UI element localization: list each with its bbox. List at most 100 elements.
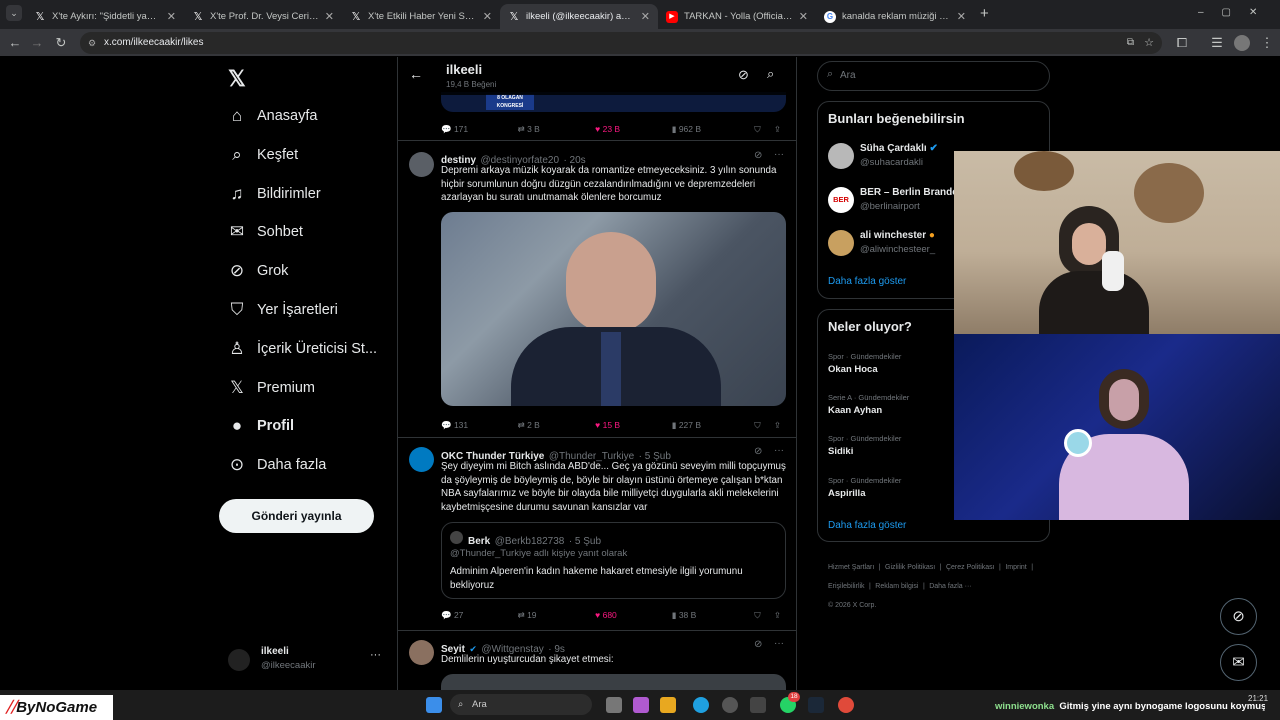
windows-start-icon[interactable] [426,697,442,713]
back-arrow-icon[interactable]: ← [409,66,423,82]
reading-list-icon[interactable]: ☰ [1208,34,1226,52]
tweet-media[interactable]: 8 OLAĞAN KONGRESİ [441,92,786,112]
tweet-media-image[interactable] [441,212,786,406]
messages-floating-button[interactable]: ✉ [1220,644,1257,681]
nav-bookmarks[interactable]: ⛉ Yer İşaretleri [226,295,338,325]
store-icon[interactable] [750,697,766,713]
nav-explore[interactable]: ⌕ Keşfet [226,140,298,170]
show-more-link[interactable]: Daha fazla göster [828,276,906,287]
share-icon[interactable]: ⇪ [774,121,781,137]
tweet-media-image[interactable] [441,674,786,690]
suggestion-name[interactable]: BER – Berlin Brande [860,187,958,198]
account-switcher[interactable]: ilkeeli @ilkeecaakir ··· [222,643,392,683]
file-explorer-icon[interactable] [660,697,676,713]
bookmark-icon[interactable]: ⛉ [754,607,774,623]
show-more-link[interactable]: Daha fazla göster [828,520,906,531]
copilot-icon[interactable] [633,697,649,713]
repost-button[interactable]: ⇄ 3 B [518,121,596,137]
taskbar-search[interactable]: ⌕ Ara [450,694,592,715]
footer-link[interactable]: Daha fazla ··· [929,583,971,590]
nav-notifications[interactable]: ♫ Bildirimler [226,179,321,209]
nav-creator-studio[interactable]: ♙ İçerik Üreticisi St... [226,334,377,364]
back-arrow-icon[interactable]: ← [6,34,24,52]
nav-premium[interactable]: 𝕏 Premium [226,373,315,403]
site-info-icon[interactable]: ⚙ [88,32,96,54]
grok-icon[interactable]: ⊘ [754,639,762,650]
post-button[interactable]: Gönderi yayınla [219,499,374,533]
repost-button[interactable]: ⇄ 19 [518,607,596,623]
bookmark-icon[interactable]: ⛉ [754,417,774,433]
search-input[interactable]: ⌕ Ara [817,61,1050,91]
avatar[interactable] [409,640,434,665]
reply-button[interactable]: 💬 171 [441,121,518,137]
avatar[interactable] [409,152,434,177]
footer-link[interactable]: Erişilebilirlik [828,583,865,590]
grok-icon[interactable]: ⊘ [754,150,762,161]
like-button[interactable]: ♥ 23 B [595,121,672,137]
repost-button[interactable]: ⇄ 2 B [518,417,596,433]
menu-kebab-icon[interactable]: ⋮ [1258,34,1276,52]
close-icon[interactable]: ✕ [641,10,650,23]
extensions-icon[interactable]: ⧠ [1173,34,1191,52]
more-icon[interactable]: ··· [370,649,381,661]
search-icon[interactable]: ⌕ [767,66,774,82]
footer-link[interactable]: Gizlilik Politikası [885,564,935,571]
cast-icon[interactable]: ⧉ [1127,32,1134,54]
trend-item[interactable]: Spor · Gündemdekiler Okan Hoca [828,352,901,375]
close-icon[interactable]: ✕ [167,10,176,23]
tab-2[interactable]: 𝕏 X'te Prof. Dr. Veysi Ceri: "Yüzler ✕ [184,4,342,29]
avatar[interactable] [409,447,434,472]
trend-item[interactable]: Spor · Gündemdekiler Aspirilla [828,476,901,499]
url-field[interactable]: ⚙ x.com/ilkeecaakir/likes ⧉ ☆ [80,32,1162,54]
views-button[interactable]: ▮ 962 B [672,121,754,137]
share-icon[interactable]: ⇪ [774,607,781,623]
suggestion-name[interactable]: Süha Çardaklı ✔ [860,143,938,154]
trend-item[interactable]: Spor · Gündemdekiler Sidiki [828,434,901,457]
nav-home[interactable]: ⌂ Anasayfa [226,101,318,131]
tab-4-active[interactable]: 𝕏ilkeeli (@ilkeecaakir) adlı kullanı ✕ [500,4,658,29]
avatar[interactable] [828,143,854,169]
like-button[interactable]: ♥ 15 B [595,417,672,433]
nav-chat[interactable]: ✉ Sohbet [226,217,303,247]
close-icon[interactable]: ✕ [957,10,966,23]
suggestion-name[interactable]: ali winchester ● [860,230,935,241]
trend-item[interactable]: Serie A · Gündemdekiler Kaan Ayhan [828,393,909,416]
tab-3[interactable]: 𝕏 X'te Etkili Haber Yeni Sayfa: "Lo ✕ [342,4,500,29]
views-button[interactable]: ▮ 38 B [672,607,754,623]
app-icon[interactable] [722,697,738,713]
more-icon[interactable]: ··· [774,149,784,160]
footer-link[interactable]: Reklam bilgisi [875,583,918,590]
task-view-icon[interactable] [606,697,622,713]
bookmark-star-icon[interactable]: ☆ [1144,32,1154,54]
edge-icon[interactable] [693,697,709,713]
chrome-icon[interactable] [838,697,854,713]
reply-button[interactable]: 💬 131 [441,417,518,433]
window-controls[interactable]: –▢✕ [1198,7,1275,18]
footer-link[interactable]: Çerez Politikası [946,564,995,571]
tab-1[interactable]: 𝕏 X'te Aykırı: "Şiddetli yağışların e ✕ [26,4,184,29]
share-icon[interactable]: ⇪ [774,417,781,433]
nav-profile[interactable]: ● Profil [226,411,294,441]
tab-6[interactable]: Gkanalda reklam müziği - Google ✕ [816,4,974,29]
close-icon[interactable]: ✕ [799,10,808,23]
x-logo-icon[interactable]: 𝕏 [228,66,246,92]
tweet-card[interactable]: Seyit ✔ @Wittgenstay · 9s ⊘ ··· Demliler… [398,632,796,690]
nav-more[interactable]: ⊙ Daha fazla [226,450,326,480]
ber-logo-icon[interactable]: BER [828,187,854,213]
forward-arrow-icon[interactable]: → [28,34,46,52]
grok-floating-button[interactable]: ⊘ [1220,598,1257,635]
new-tab-button[interactable]: + [980,5,989,22]
grok-icon[interactable]: ⊘ [738,67,749,83]
bookmark-icon[interactable]: ⛉ [754,121,774,137]
reload-icon[interactable]: ↻ [52,34,70,52]
close-icon[interactable]: ✕ [483,10,492,23]
like-button[interactable]: ♥ 680 [595,607,672,623]
quoted-tweet[interactable]: Berk @Berkb182738 · 5 Şub @Thunder_Turki… [441,522,786,599]
tab-search-chevron-icon[interactable]: ⌄ [6,5,22,21]
views-button[interactable]: ▮ 227 B [672,417,754,433]
profile-avatar[interactable] [1234,35,1250,51]
tweet-card[interactable]: OKC Thunder Türkiye @Thunder_Turkiye · 5… [398,439,796,631]
tab-5[interactable]: ▶ TARKAN - Yolla (Official Music V ✕ [658,4,816,29]
footer-link[interactable]: Imprint [1005,564,1026,571]
nav-grok[interactable]: ⊘ Grok [226,256,289,286]
